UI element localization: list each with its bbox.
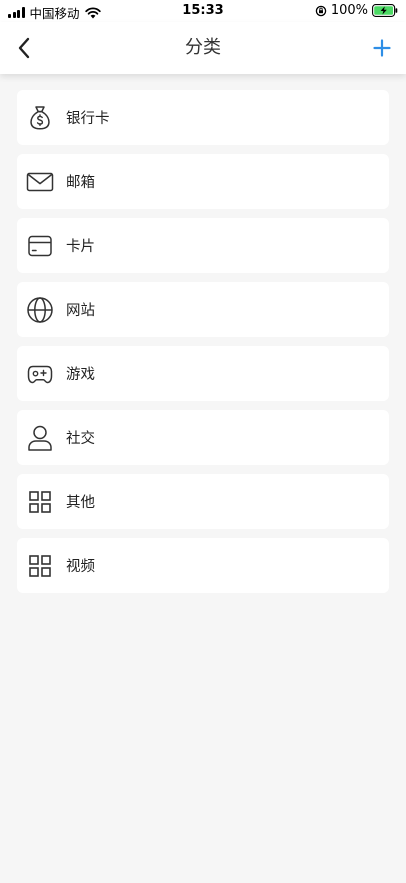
category-list: 银行卡 邮箱 卡片 网站 游戏 社交 其他 视频 xyxy=(17,90,389,602)
grid-icon xyxy=(26,552,54,580)
category-label: 游戏 xyxy=(66,367,95,383)
category-item-bank-card[interactable]: 银行卡 xyxy=(17,90,389,145)
category-item-game[interactable]: 游戏 xyxy=(17,346,389,401)
battery-charging-icon xyxy=(372,4,398,17)
person-icon xyxy=(26,424,54,452)
category-label: 其他 xyxy=(66,495,95,511)
category-item-card[interactable]: 卡片 xyxy=(17,218,389,273)
category-label: 视频 xyxy=(66,559,95,575)
envelope-icon xyxy=(26,168,54,196)
category-item-website[interactable]: 网站 xyxy=(17,282,389,337)
category-item-other[interactable]: 其他 xyxy=(17,474,389,529)
category-label: 银行卡 xyxy=(66,111,110,127)
card-icon xyxy=(26,232,54,260)
category-label: 社交 xyxy=(66,431,95,447)
category-item-email[interactable]: 邮箱 xyxy=(17,154,389,209)
navigation-bar: 分类 xyxy=(0,22,406,74)
category-item-social[interactable]: 社交 xyxy=(17,410,389,465)
category-label: 邮箱 xyxy=(66,175,95,191)
page-title: 分类 xyxy=(185,37,221,58)
status-right: 100% xyxy=(315,3,398,18)
category-item-video[interactable]: 视频 xyxy=(17,538,389,593)
grid-icon xyxy=(26,488,54,516)
orientation-lock-icon xyxy=(315,5,327,16)
globe-icon xyxy=(26,296,54,324)
add-category-button[interactable] xyxy=(368,34,396,62)
category-label: 卡片 xyxy=(66,239,95,255)
category-label: 网站 xyxy=(66,303,95,319)
plus-icon xyxy=(373,39,391,57)
money-bag-icon xyxy=(26,104,54,132)
gamepad-icon xyxy=(26,360,54,388)
battery-percent: 100% xyxy=(330,3,368,18)
status-bar: 中国移动 15:33 100% xyxy=(0,0,406,22)
